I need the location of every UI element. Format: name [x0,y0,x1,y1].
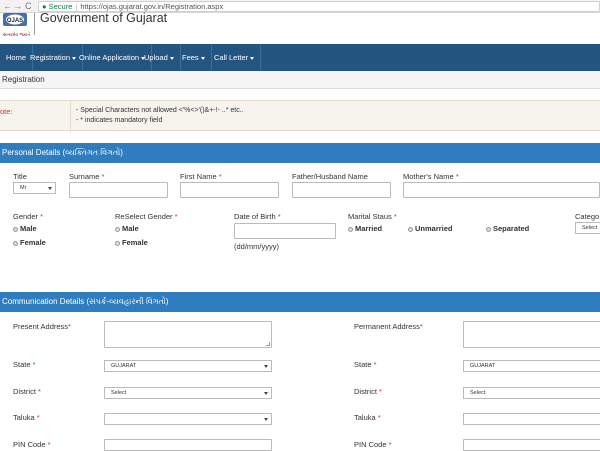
ojas-logo: OJAS [3,13,27,26]
forward-icon[interactable]: → [13,1,22,11]
dropdown-arrow-icon [264,418,268,421]
note-line: - * indicates mandatory field [76,117,163,124]
permanent-pin-input[interactable] [463,439,600,451]
title-select[interactable]: Mr [13,182,56,194]
radio-icon [408,226,413,232]
mother-name-input[interactable] [403,182,600,198]
menu-call-letter-label: Call Letter [214,53,249,62]
menu-online-application-label: Online Application [79,53,140,62]
permanent-state-value: GUJARAT [470,363,496,369]
marital-status-label: Marital Staus * [348,212,397,221]
category-label: Catego [575,212,600,221]
title-select-value: Mr [20,185,27,191]
permanent-state-select[interactable]: GUJARAT [463,360,600,372]
permanent-state-label: State * [354,360,377,369]
main-menu: Home Registration Online Application Upl… [0,44,600,71]
dob-input[interactable] [234,223,336,239]
gender-label: Gender * [13,212,44,221]
menu-home-label: Home [6,53,27,62]
personal-details-heading: Personal Details (વ્યક્તિગત વિગતો) [0,143,600,163]
present-district-value: Select [111,390,127,396]
title-label: Title [13,172,27,181]
logo-subtext: સત્યમેવ જયતે [3,32,31,37]
radio-icon [115,226,120,232]
communication-details-heading: Communication Details (સંપર્ક-વ્યવહારની … [0,292,600,312]
permanent-taluka-label: Taluka * [354,413,381,422]
permanent-district-label: District * [354,387,382,396]
present-address-textarea[interactable] [104,321,272,348]
present-pin-input[interactable] [104,439,272,451]
reselect-male-radio[interactable]: Male [115,224,139,233]
gender-male-radio[interactable]: Male [13,224,37,233]
menu-registration-label: Registration [30,53,71,62]
back-icon[interactable]: ← [3,1,12,11]
reselect-gender-label: ReSelect Gender * [115,212,178,221]
menu-call-letter[interactable]: Call Letter [208,44,262,71]
header-divider [34,13,35,35]
communication-details-title: Communication Details (સંપર્ક-વ્યવહારની … [2,297,169,306]
present-state-select[interactable]: GUJARAT [104,360,272,372]
father-husband-name-label: Father/Husband Name [292,172,368,181]
url-text: https://ojas.gujarat.gov.in/Registration… [80,2,224,11]
present-district-select[interactable]: Select [104,387,272,399]
reselect-female-radio[interactable]: Female [115,238,148,247]
note-line: - Special Characters not allowed <'%<>'(… [76,107,244,114]
caret-down-icon [169,56,174,60]
registration-heading: Registration [2,75,45,84]
first-name-label: First Name * [180,172,222,181]
marital-married-radio[interactable]: Married [348,224,382,233]
present-taluka-label: Taluka * [13,413,40,422]
father-husband-name-input[interactable] [292,182,391,198]
menu-fees-label: Fees [182,53,199,62]
site-title: Government of Gujarat [40,11,168,25]
registration-panel-heading: Registration [0,71,600,89]
dropdown-arrow-icon [48,187,52,190]
radio-icon [13,226,18,232]
permanent-address-label: Permanent Address* [354,322,423,331]
radio-icon [348,226,353,232]
present-pin-label: PIN Code * [13,440,51,449]
dropdown-arrow-icon [264,392,268,395]
radio-icon [115,240,120,246]
gender-female-radio[interactable]: Female [13,238,46,247]
personal-details-title: Personal Details (વ્યક્તિગત વિગતો) [2,148,123,157]
menu-upload[interactable]: Upload [138,44,181,71]
note-divider [70,101,71,132]
menu-fees[interactable]: Fees [176,44,212,71]
present-state-label: State * [13,360,36,369]
marital-unmarried-radio[interactable]: Unmarried [408,224,453,233]
secure-label: Secure [48,2,73,11]
resize-handle-icon[interactable] [266,342,270,346]
radio-icon [13,240,18,246]
category-select-value: Select [582,225,598,231]
logo-text: OJAS [7,18,23,24]
dropdown-arrow-icon [264,365,268,368]
present-address-label: Present Address* [13,322,71,331]
permanent-district-value: Select [470,390,486,396]
permanent-district-select[interactable]: Select [463,387,600,399]
caret-down-icon [200,56,205,60]
surname-input[interactable] [69,182,168,198]
lock-icon: ● [42,2,47,11]
permanent-address-textarea[interactable] [463,321,600,348]
caret-down-icon [250,56,255,60]
category-select[interactable]: Select [575,222,600,234]
note-box: ote: - Special Characters not allowed <'… [0,100,600,132]
site-header: OJAS સત્યમેવ જયતે Government of Gujarat [0,11,600,44]
present-taluka-select[interactable] [104,413,272,425]
present-state-value: GUJARAT [111,363,137,369]
present-district-label: District * [13,387,41,396]
permanent-taluka-select[interactable] [463,413,600,425]
note-label: ote: [0,107,13,116]
marital-separated-radio[interactable]: Separated [486,224,529,233]
reload-icon[interactable]: C [25,1,32,11]
dob-label: Date of Birth * [234,212,281,221]
surname-label: Surname * [69,172,105,181]
menu-upload-label: Upload [144,53,168,62]
radio-icon [486,226,491,232]
mother-name-label: Mother's Name * [403,172,459,181]
permanent-pin-label: PIN Code * [354,440,392,449]
first-name-input[interactable] [180,182,279,198]
dob-hint: (dd/mm/yyyy) [234,242,279,251]
